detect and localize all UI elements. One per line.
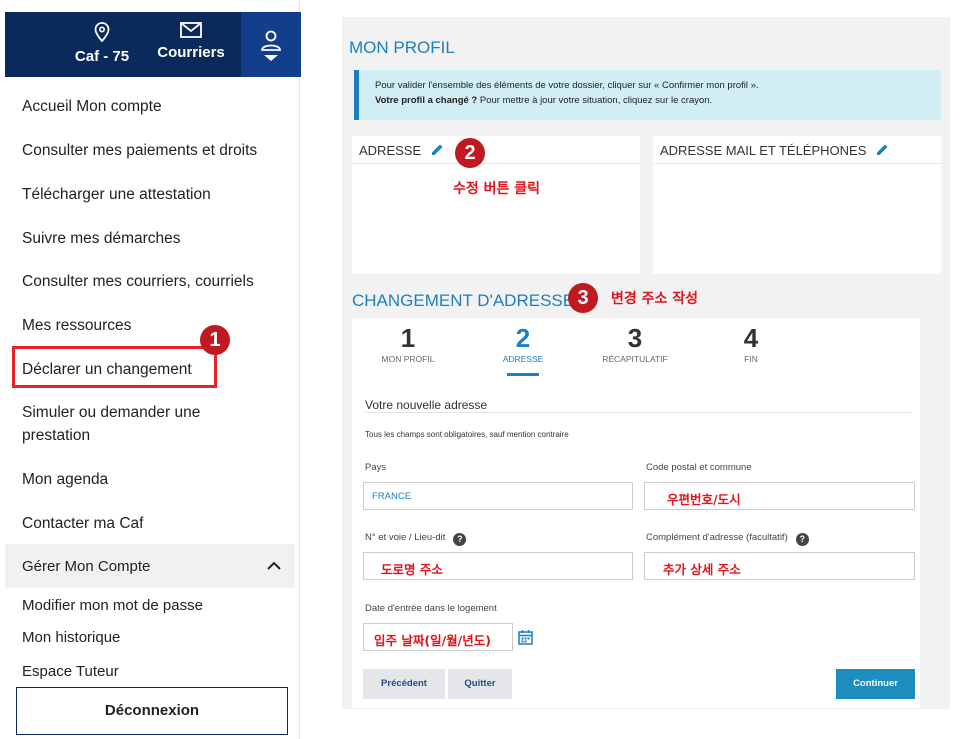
location-pin-icon bbox=[94, 22, 110, 42]
menu-item-simulate[interactable]: Simuler ou demander une bbox=[22, 404, 200, 422]
card-divider bbox=[352, 163, 640, 164]
complement-label-text: Complément d'adresse (facultatif) bbox=[646, 532, 788, 543]
contact-card: ADRESSE MAIL ET TÉLÉPHONES bbox=[653, 136, 941, 274]
top-bar: Caf - 75 Courriers bbox=[5, 12, 301, 77]
submenu-tutor-space[interactable]: Espace Tuteur bbox=[22, 663, 119, 680]
submenu-change-password[interactable]: Modifier mon mot de passe bbox=[22, 597, 203, 614]
move-in-date-label: Date d'entrée dans le logement bbox=[365, 603, 497, 614]
required-note: Tous les champs sont obligatoires, sauf … bbox=[365, 430, 569, 439]
country-select[interactable]: FRANCE bbox=[363, 482, 633, 510]
info-line-2: Votre profil a changé ? Pour mettre à jo… bbox=[375, 93, 941, 108]
street-help-icon[interactable]: ? bbox=[453, 533, 467, 546]
menu-item-simulate-line2[interactable]: prestation bbox=[22, 427, 90, 445]
profile-title: MON PROFIL bbox=[349, 38, 455, 57]
submenu-history[interactable]: Mon historique bbox=[22, 629, 120, 646]
active-step-underline bbox=[507, 373, 539, 376]
move-in-date-input[interactable]: 입주 날짜(일/월/년도) bbox=[363, 623, 513, 651]
menu-item-payments[interactable]: Consulter mes paiements et droits bbox=[22, 142, 257, 160]
info-line-2-bold: Votre profil a changé ? bbox=[375, 95, 478, 106]
continue-button[interactable]: Continuer bbox=[836, 669, 915, 699]
step-1: 1 MON PROFIL bbox=[363, 324, 453, 364]
postal-code-annotation: 우편번호/도시 bbox=[667, 492, 741, 507]
annotation-badge-1: 1 bbox=[200, 325, 230, 355]
address-card: ADRESSE bbox=[352, 136, 640, 274]
logout-button[interactable]: Déconnexion bbox=[16, 687, 288, 735]
info-line-2-rest: Pour mettre à jour votre situation, cliq… bbox=[477, 95, 713, 106]
menu-item-procedures[interactable]: Suivre mes démarches bbox=[22, 230, 181, 248]
chevron-up-icon bbox=[267, 561, 281, 570]
country-label: Pays bbox=[365, 462, 387, 473]
street-label-text: N° et voie / Lieu-dit bbox=[365, 532, 446, 543]
edit-address-pencil-icon[interactable] bbox=[431, 143, 444, 156]
section-title: Votre nouvelle adresse bbox=[365, 398, 488, 412]
section-divider bbox=[365, 412, 911, 413]
caf-label: Caf - 75 bbox=[74, 48, 130, 65]
mail-button[interactable]: Courriers bbox=[151, 12, 231, 77]
menu-item-attestation[interactable]: Télécharger une attestation bbox=[22, 186, 211, 204]
step-4-label: FIN bbox=[744, 354, 758, 364]
calendar-icon[interactable] bbox=[518, 629, 533, 645]
caf-location-button[interactable]: Caf - 75 bbox=[67, 12, 137, 77]
card-divider bbox=[653, 163, 941, 164]
contact-card-title: ADRESSE MAIL ET TÉLÉPHONES bbox=[660, 143, 889, 158]
step-3-number: 3 bbox=[627, 323, 643, 353]
step-2-label: ADRESSE bbox=[502, 354, 544, 364]
manage-account-toggle[interactable]: Gérer Mon Compte bbox=[5, 544, 295, 588]
address-card-title-text: ADRESSE bbox=[359, 143, 422, 158]
user-icon bbox=[261, 30, 281, 61]
mail-label: Courriers bbox=[157, 44, 225, 61]
profile-info-banner: Pour valider l'ensemble des éléments de … bbox=[354, 70, 941, 120]
edit-contact-pencil-icon[interactable] bbox=[876, 143, 889, 156]
step-3-label: RÉCAPITULATIF bbox=[602, 354, 668, 364]
manage-account-label: Gérer Mon Compte bbox=[22, 558, 151, 575]
complement-input[interactable]: 추가 상세 주소 bbox=[644, 552, 915, 580]
move-in-date-annotation: 입주 날짜(일/월/년도) bbox=[374, 633, 491, 648]
previous-button[interactable]: Précédent bbox=[363, 669, 445, 699]
menu-item-resources[interactable]: Mes ressources bbox=[22, 317, 131, 335]
street-label: N° et voie / Lieu-dit? bbox=[365, 532, 467, 546]
postal-code-input[interactable]: 우편번호/도시 bbox=[644, 482, 915, 510]
menu-item-declare-change[interactable]: Déclarer un changement bbox=[22, 361, 192, 379]
menu-item-home[interactable]: Accueil Mon compte bbox=[22, 98, 162, 116]
street-input[interactable]: 도로명 주소 bbox=[363, 552, 633, 580]
street-annotation: 도로명 주소 bbox=[381, 562, 443, 577]
address-card-title: ADRESSE bbox=[359, 143, 444, 158]
step-2-number: 2 bbox=[515, 323, 531, 353]
annotation-badge-3: 3 bbox=[568, 283, 598, 313]
step-2: 2 ADRESSE bbox=[478, 324, 568, 376]
annotation-note-3: 변경 주소 작성 bbox=[611, 291, 699, 307]
envelope-icon bbox=[180, 22, 202, 38]
menu-item-mail[interactable]: Consulter mes courriers, courriels bbox=[22, 273, 254, 291]
change-address-title: CHANGEMENT D'ADRESSE bbox=[352, 291, 575, 310]
country-value: FRANCE bbox=[372, 491, 412, 502]
step-3: 3 RÉCAPITULATIF bbox=[590, 324, 680, 364]
complement-annotation: 추가 상세 주소 bbox=[663, 562, 741, 577]
postal-code-label: Code postal et commune bbox=[646, 462, 752, 473]
step-1-label: MON PROFIL bbox=[381, 354, 435, 364]
profile-button[interactable] bbox=[241, 12, 301, 77]
contact-card-title-text: ADRESSE MAIL ET TÉLÉPHONES bbox=[660, 143, 867, 158]
step-4-number: 4 bbox=[743, 323, 759, 353]
annotation-badge-2: 2 bbox=[455, 138, 485, 168]
info-line-1: Pour valider l'ensemble des éléments de … bbox=[375, 80, 759, 91]
step-4: 4 FIN bbox=[706, 324, 796, 364]
left-navigation-panel: Caf - 75 Courriers Accueil Mon compte Co… bbox=[0, 0, 301, 739]
quit-button[interactable]: Quitter bbox=[448, 669, 512, 699]
step-1-number: 1 bbox=[400, 323, 416, 353]
change-address-wizard: 1 MON PROFIL 2 ADRESSE 3 RÉCAPITULATIF 4… bbox=[352, 318, 920, 708]
complement-label: Complément d'adresse (facultatif)? bbox=[646, 532, 809, 546]
annotation-note-2: 수정 버튼 클릭 bbox=[453, 181, 541, 197]
menu-item-agenda[interactable]: Mon agenda bbox=[22, 471, 108, 489]
menu-item-contact[interactable]: Contacter ma Caf bbox=[22, 515, 143, 533]
complement-help-icon[interactable]: ? bbox=[795, 533, 809, 546]
